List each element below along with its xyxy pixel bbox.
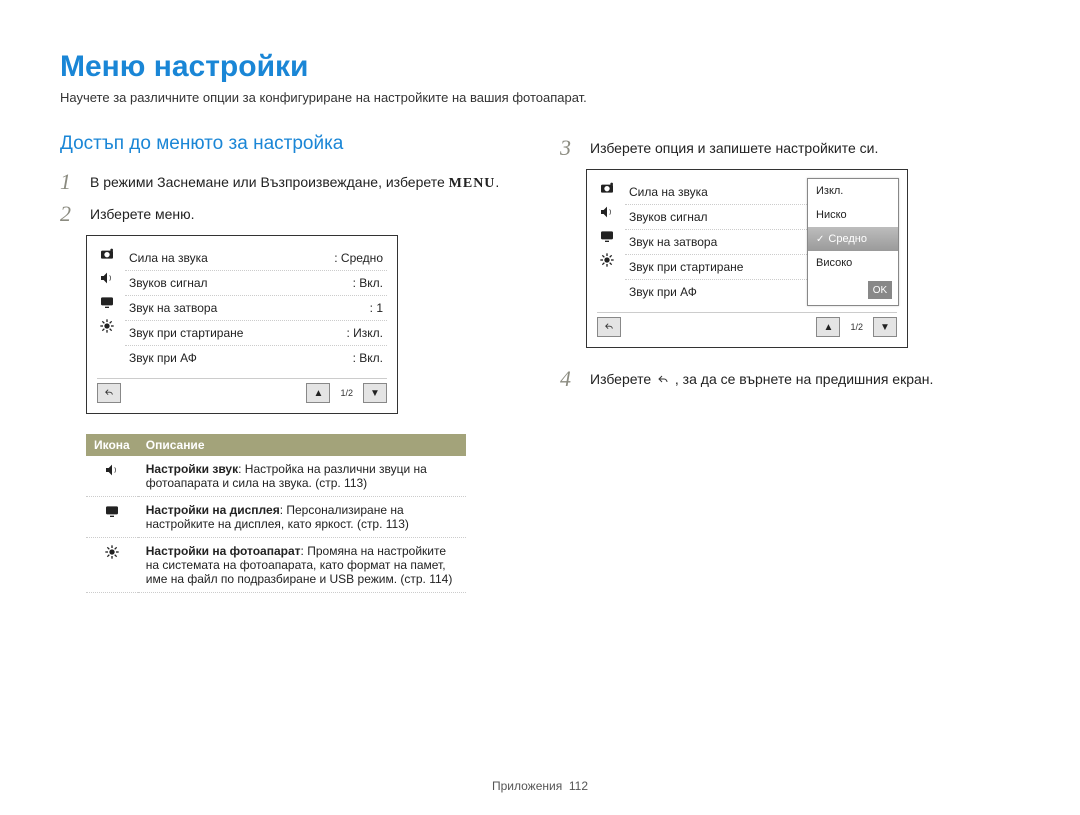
footer-label: Приложения [492,779,562,793]
menu-row-label: Звук при АФ [629,285,697,299]
step-number: 4 [560,368,582,390]
gear-icon [599,252,615,268]
camera-menu-preview-options: Сила на звука Звуков сигнал Звук на затвор… [586,169,908,348]
table-desc-cell: Настройки на фотоапарат: Промяна на наст… [138,538,466,593]
step-1-text-c: . [495,174,499,190]
icon-description-table: Икона Описание Настройки звук: Настройка… [86,434,466,593]
display-icon [104,503,120,519]
gear-icon [104,544,120,560]
table-desc-title: Настройки на дисплея [146,503,280,517]
down-button[interactable]: ▼ [363,383,387,403]
menu-row[interactable]: Звуков сигнал : Вкл. [125,271,387,296]
back-icon [603,322,615,332]
back-icon [655,374,671,386]
menu-row-label: Звук при АФ [129,351,197,365]
table-desc-cell: Настройки на дисплея: Персонализиране на… [138,497,466,538]
display-icon [99,294,115,310]
volume-option[interactable]: Високо [808,251,898,275]
menu-row-label: Звук на затвора [129,301,217,315]
step-3-text: Изберете опция и запишете настройките си… [590,137,1020,159]
table-icon-cell [86,538,138,593]
menu-label: MENU [449,176,496,191]
camera-menu-preview: Сила на звука : Средно Звуков сигнал : Вкл.… [86,235,398,414]
menu-row-value: : Изкл. [346,326,383,340]
gear-icon [99,318,115,334]
intro-text: Научете за различните опции за конфигури… [60,90,1020,105]
step-4-text-a: Изберете [590,371,655,387]
menu-row[interactable]: Сила на звука : Средно [125,246,387,271]
menu-row-label: Звуков сигнал [129,276,208,290]
table-header-description: Описание [138,434,466,456]
left-column: Достъп до менюто за настройка 1 В режими… [60,133,520,593]
step-2-text: Изберете меню. [90,203,520,225]
back-button[interactable] [597,317,621,337]
up-button[interactable]: ▲ [816,317,840,337]
menu-row-value: : 1 [370,301,383,315]
step-3: 3 Изберете опция и запишете настройките … [560,137,1020,159]
table-icon-cell [86,497,138,538]
table-icon-cell [86,456,138,497]
volume-option[interactable]: Ниско [808,203,898,227]
right-column: 3 Изберете опция и запишете настройките … [560,133,1020,593]
up-button[interactable]: ▲ [306,383,330,403]
table-desc-title: Настройки звук [146,462,238,476]
sound-icon [599,204,615,220]
menu-row-label: Сила на звука [629,185,708,199]
table-desc-cell: Настройки звук: Настройка на различни зв… [138,456,466,497]
menu-row-label: Сила на звука [129,251,208,265]
section-subtitle: Достъп до менюто за настройка [60,133,520,155]
table-header-icon: Икона [86,434,138,456]
step-1-text-a: В режими Заснемане или Възпроизвеждане, … [90,174,449,190]
menu-row-label: Звук на затвора [629,235,717,249]
table-desc-title: Настройки на фотоапарат [146,544,301,558]
menu-row[interactable]: Звук при стартиране : Изкл. [125,321,387,346]
ok-button[interactable]: OK [868,281,892,299]
back-icon [103,388,115,398]
back-button[interactable] [97,383,121,403]
sound-icon [99,270,115,286]
step-number: 1 [60,171,82,193]
volume-options-popup: Изкл.НискоСредноВисоко OK [807,178,899,306]
menu-row-value: : Средно [334,251,383,265]
menu-row[interactable]: Звук при АФ : Вкл. [125,346,387,370]
display-icon [599,228,615,244]
page-indicator: 1/2 [340,388,353,398]
sound-icon [104,462,120,478]
page-footer: Приложения 112 [0,779,1080,793]
menu-row[interactable]: Звук на затвора : 1 [125,296,387,321]
step-1: 1 В режими Заснемане или Възпроизвеждане… [60,171,520,193]
step-4-text-b: , за да се върнете на предишния екран. [675,371,934,387]
step-2: 2 Изберете меню. [60,203,520,225]
menu-row-label: Звук при стартиране [129,326,243,340]
volume-option[interactable]: Изкл. [808,179,898,203]
camera-icon [99,246,115,262]
table-row: Настройки на дисплея: Персонализиране на… [86,497,466,538]
menu-row-value: : Вкл. [353,276,383,290]
page-title: Меню настройки [60,50,1020,84]
step-number: 3 [560,137,582,159]
step-number: 2 [60,203,82,225]
menu-row-value: : Вкл. [353,351,383,365]
table-row: Настройки на фотоапарат: Промяна на наст… [86,538,466,593]
menu-row-label: Звуков сигнал [629,210,708,224]
volume-option[interactable]: Средно [808,227,898,251]
camera-icon [599,180,615,196]
footer-page: 112 [569,779,588,793]
menu-row-label: Звук при стартиране [629,260,743,274]
step-4: 4 Изберете , за да се върнете на предишн… [560,368,1020,390]
down-button[interactable]: ▼ [873,317,897,337]
page-indicator: 1/2 [850,322,863,332]
table-row: Настройки звук: Настройка на различни зв… [86,456,466,497]
